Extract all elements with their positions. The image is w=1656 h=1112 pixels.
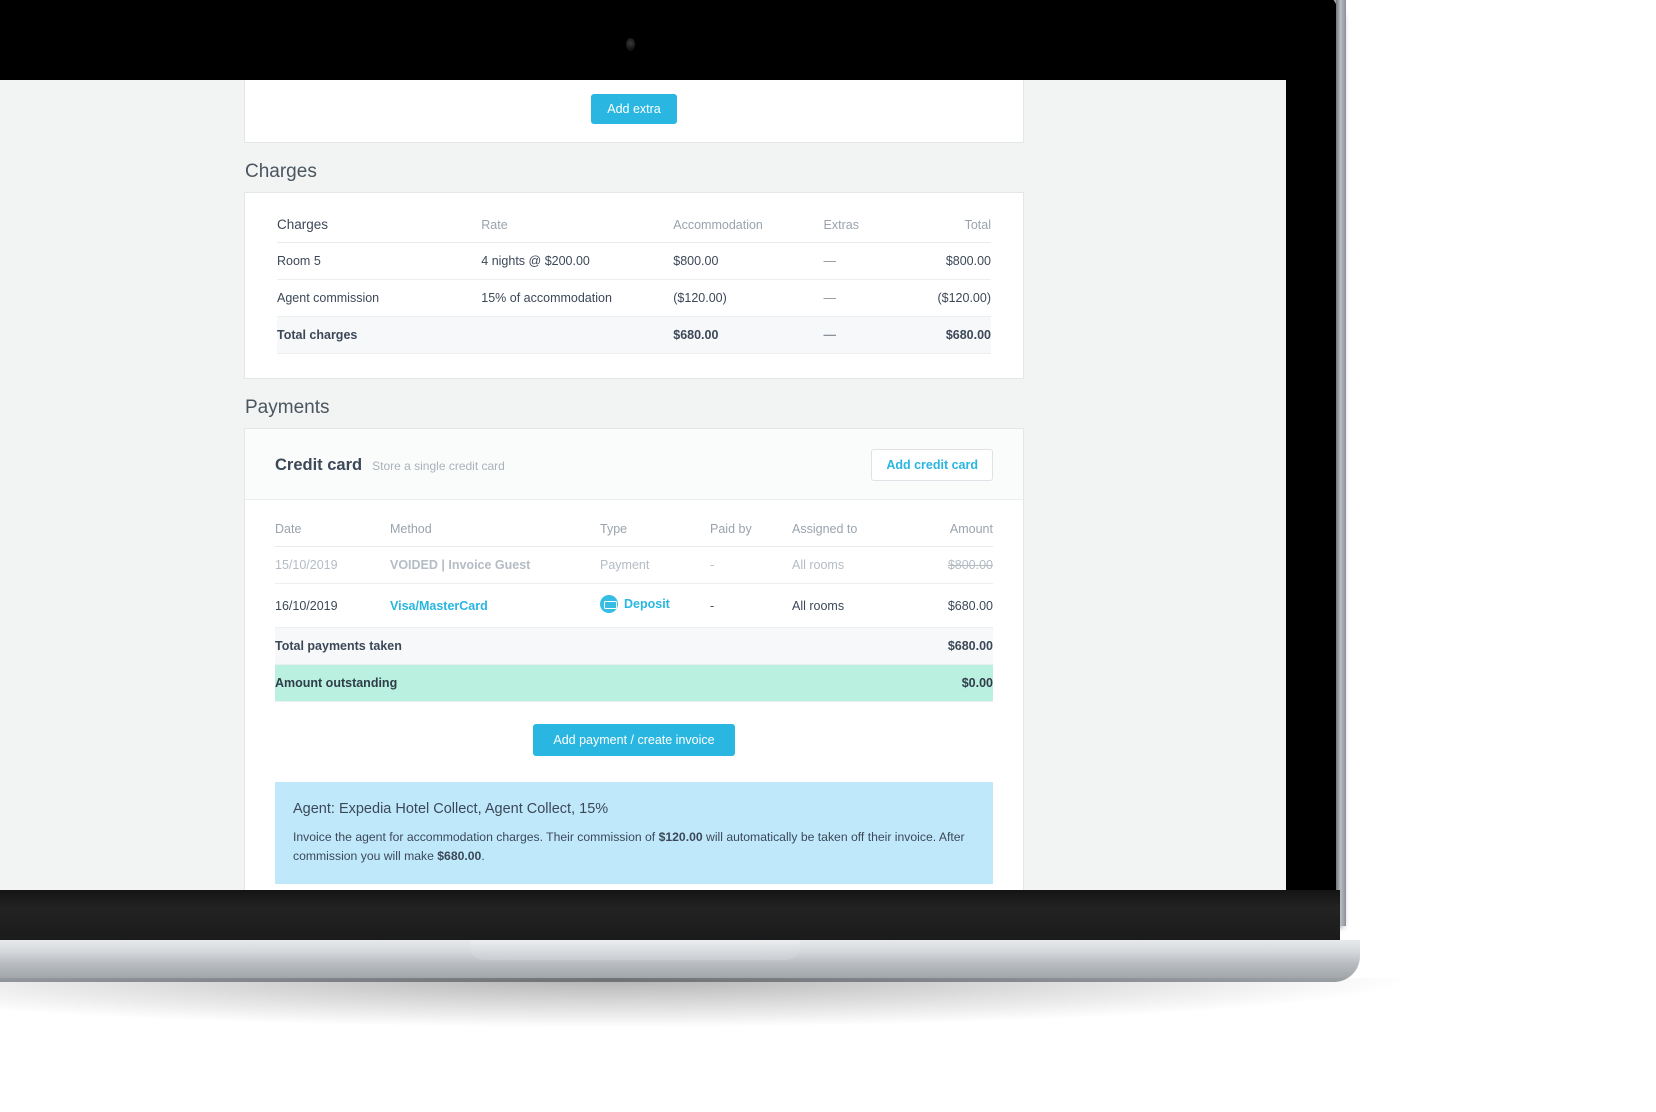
payment-assigned-to: All rooms <box>792 546 920 584</box>
charges-table-header-row: Charges Rate Accommodation Extras Total <box>277 211 991 243</box>
payments-col-assigned-to: Assigned to <box>792 516 920 547</box>
payment-date: 16/10/2019 <box>275 583 390 628</box>
payments-col-type: Type <box>600 516 710 547</box>
agent-note-net: $680.00 <box>437 849 482 864</box>
charges-card: Charges Rate Accommodation Extras Total … <box>244 192 1024 379</box>
charge-accommodation: ($120.00) <box>673 279 824 317</box>
charges-total-row: Total charges $680.00 — $680.00 <box>277 316 991 354</box>
amount-outstanding-label: Amount outstanding <box>275 664 920 702</box>
laptop-shadow <box>0 978 1420 1028</box>
payment-date: 15/10/2019 <box>275 546 390 584</box>
table-row: 15/10/2019 VOIDED | Invoice Guest Paymen… <box>275 546 993 584</box>
webcam-icon <box>626 38 635 51</box>
charges-total-rate <box>481 316 674 354</box>
payment-method: VOIDED | Invoice Guest <box>390 546 600 584</box>
screenshot-stage: Add extra Charges Charges Rate Accommoda… <box>0 0 1656 1112</box>
add-credit-card-button[interactable]: Add credit card <box>871 449 993 481</box>
payments-col-method: Method <box>390 516 600 547</box>
charges-section-title: Charges <box>245 161 317 182</box>
agent-note-body-3: . <box>481 849 485 864</box>
agent-note-body: Invoice the agent for accommodation char… <box>293 828 975 866</box>
charges-col-extras: Extras <box>823 211 938 243</box>
charge-extras: — <box>823 279 938 317</box>
table-row: Room 5 4 nights @ $200.00 $800.00 — $800… <box>277 242 991 280</box>
payment-type: Deposit <box>600 583 710 628</box>
add-payment-button[interactable]: Add payment / create invoice <box>533 724 735 756</box>
agent-note-commission: $120.00 <box>658 830 703 845</box>
charges-total-label: Total charges <box>277 316 482 354</box>
charges-total-total: $680.00 <box>937 316 991 354</box>
extras-panel: Add extra <box>244 80 1024 143</box>
deposit-badge: Deposit <box>600 595 670 613</box>
deposit-badge-label: Deposit <box>624 597 670 611</box>
payments-col-date: Date <box>275 516 390 547</box>
laptop-base-notch <box>470 940 800 960</box>
laptop-lid-edge <box>1336 0 1346 926</box>
charge-accommodation: $800.00 <box>673 242 824 280</box>
payment-assigned-to: All rooms <box>792 583 920 628</box>
payment-amount: $680.00 <box>920 583 993 628</box>
payments-card: Credit card Store a single credit card A… <box>244 428 1024 898</box>
laptop-hinge <box>0 890 1340 942</box>
agent-note-title: Agent: Expedia Hotel Collect, Agent Coll… <box>293 801 609 817</box>
charges-total-accommodation: $680.00 <box>673 316 824 354</box>
table-row: Agent commission 15% of accommodation ($… <box>277 279 991 317</box>
charge-rate: 15% of accommodation <box>481 279 674 317</box>
payment-paid-by: - <box>710 583 792 628</box>
payment-method: Visa/MasterCard <box>390 583 600 628</box>
payment-type: Payment <box>600 546 710 584</box>
payments-total-amount: $680.00 <box>920 627 993 665</box>
table-row: 16/10/2019 Visa/MasterCard Deposit - All… <box>275 583 993 628</box>
laptop-screen: Add extra Charges Charges Rate Accommoda… <box>0 80 1286 898</box>
credit-card-header: Credit card Store a single credit card A… <box>245 429 1023 500</box>
charges-total-extras: — <box>823 316 938 354</box>
charge-total: ($120.00) <box>937 279 991 317</box>
charges-col-rate: Rate <box>481 211 674 243</box>
payments-table: Date Method Type Paid by Assigned to Amo… <box>275 516 993 702</box>
charge-total: $800.00 <box>937 242 991 280</box>
payments-total-label: Total payments taken <box>275 627 920 665</box>
credit-card-subtitle: Store a single credit card <box>372 458 505 473</box>
payment-amount: $800.00 <box>920 546 993 584</box>
payments-total-row: Total payments taken $680.00 <box>275 627 993 665</box>
charges-table: Charges Rate Accommodation Extras Total … <box>277 211 991 354</box>
credit-card-title: Credit card <box>275 455 363 474</box>
agent-note: Agent: Expedia Hotel Collect, Agent Coll… <box>275 782 993 885</box>
charge-rate: 4 nights @ $200.00 <box>481 242 674 280</box>
charge-extras: — <box>823 242 938 280</box>
payment-paid-by: - <box>710 546 792 584</box>
payments-body: Date Method Type Paid by Assigned to Amo… <box>245 500 1023 898</box>
charge-name: Agent commission <box>277 279 482 317</box>
payments-section-title: Payments <box>245 397 330 418</box>
agent-note-body-1: Invoice the agent for accommodation char… <box>293 830 659 845</box>
payment-method-link[interactable]: Visa/MasterCard <box>390 599 488 613</box>
payments-col-paid-by: Paid by <box>710 516 792 547</box>
charges-col-accommodation: Accommodation <box>673 211 824 243</box>
payments-col-amount: Amount <box>920 516 993 547</box>
add-extra-button[interactable]: Add extra <box>591 94 677 124</box>
charge-name: Room 5 <box>277 242 482 280</box>
charges-col-charges: Charges <box>277 211 482 243</box>
charges-col-total: Total <box>937 211 991 243</box>
amount-outstanding-amount: $0.00 <box>920 664 993 702</box>
card-icon <box>600 595 618 613</box>
amount-outstanding-row: Amount outstanding $0.00 <box>275 664 993 702</box>
booking-page: Add extra Charges Charges Rate Accommoda… <box>244 80 1024 898</box>
payments-table-header-row: Date Method Type Paid by Assigned to Amo… <box>275 516 993 547</box>
